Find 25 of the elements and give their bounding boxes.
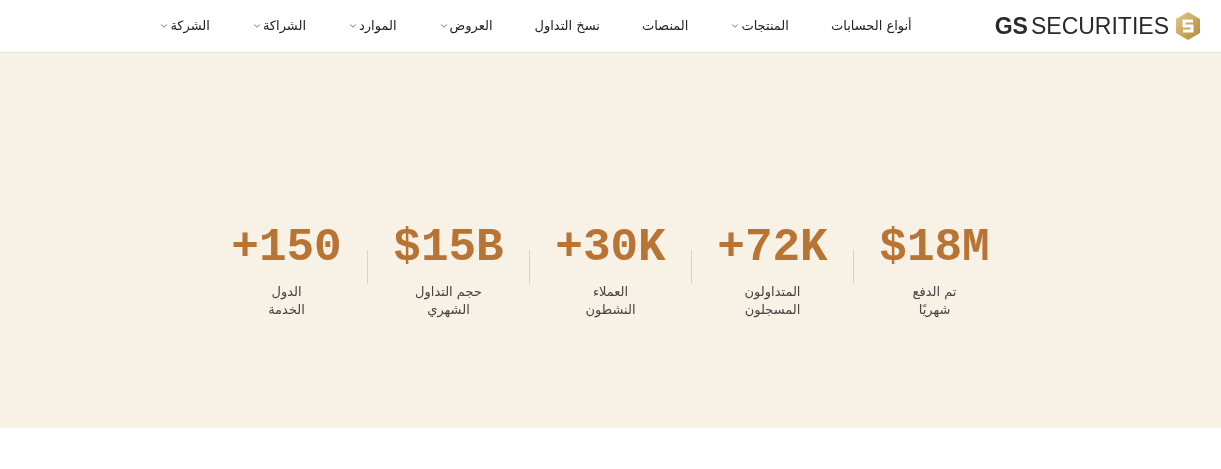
nav-link[interactable]: الشركة: [138, 16, 231, 36]
nav-link[interactable]: الموارد: [327, 16, 418, 36]
nav-link[interactable]: المنتجات: [709, 16, 810, 36]
stat-label: العملاء النشطون: [585, 282, 636, 319]
nav-link[interactable]: أنواع الحسابات: [809, 16, 933, 36]
nav-link[interactable]: الشراكة: [230, 16, 327, 36]
stat-value: +150: [231, 224, 342, 271]
nav-link[interactable]: المنصات: [620, 16, 710, 36]
stat-value: +30K: [555, 224, 666, 271]
stat-value: +72K: [717, 224, 828, 271]
stat-label: المتداولون المسجلون: [744, 282, 801, 319]
stat-label: تم الدفع شهريًا: [912, 282, 957, 319]
chevron-down-icon: [438, 21, 449, 31]
chevron-down-icon: [730, 21, 741, 31]
stat-value: $15B: [393, 224, 504, 271]
logo-text[interactable]: GS SECURITIES: [994, 14, 1169, 38]
chevron-down-icon: [251, 21, 262, 31]
chevron-down-icon: [348, 21, 358, 31]
nav-link[interactable]: العروض: [417, 16, 514, 36]
stat-label: حجم التداول الشهري: [415, 282, 482, 319]
hexagon-logo-icon: [1175, 11, 1201, 41]
nav-link[interactable]: نسخ التداول: [513, 16, 621, 36]
stat-value: $18M: [879, 224, 990, 271]
stat-label: الدول الخدمة: [268, 282, 305, 319]
chevron-down-icon: [159, 21, 170, 31]
